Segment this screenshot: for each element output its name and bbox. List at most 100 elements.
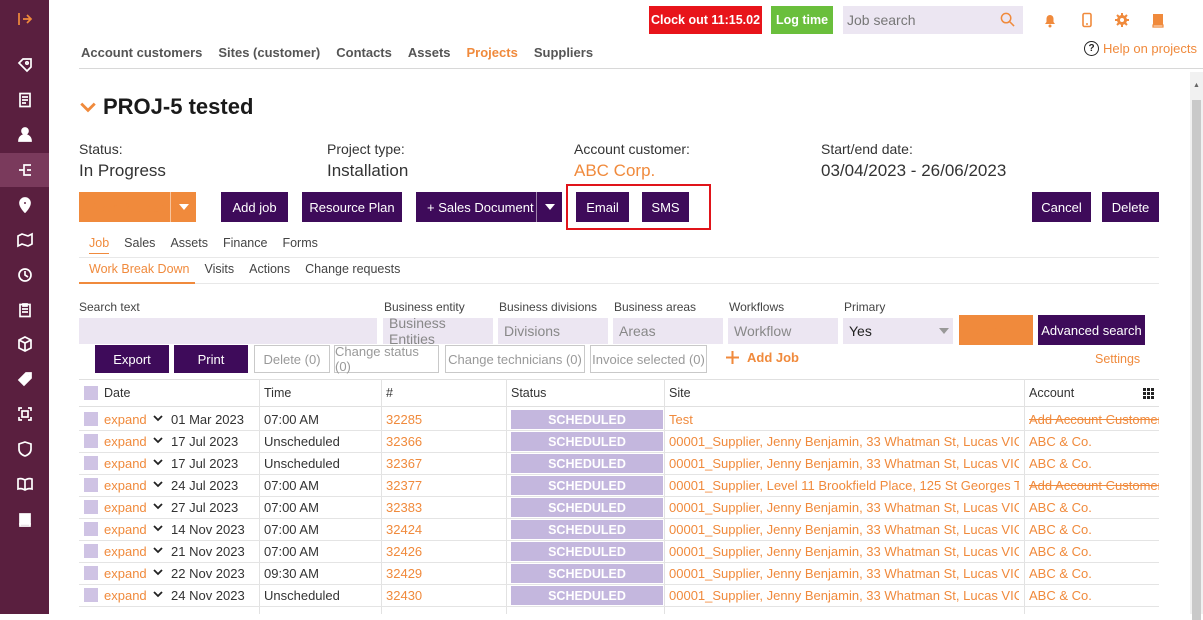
log-time-button[interactable]: Log time: [771, 6, 833, 34]
add-job-link[interactable]: Add Job: [726, 350, 799, 365]
phone-icon[interactable]: [1079, 12, 1095, 28]
export-button[interactable]: Export: [95, 345, 169, 373]
row-number-link[interactable]: 32424: [386, 522, 422, 537]
table-row[interactable]: expand 22 Nov 2023 09:30 AM 32429 SCHEDULED 0…: [79, 563, 1159, 585]
scrollbar[interactable]: ▲: [1190, 72, 1203, 620]
workflow-select[interactable]: Workflow: [728, 318, 838, 344]
tab-finance[interactable]: Finance: [223, 236, 267, 254]
table-row[interactable]: expand 27 Jul 2023 07:00 AM 32383 SCHEDULED 0…: [79, 497, 1159, 519]
price-tag-icon[interactable]: [0, 362, 49, 396]
row-site-link[interactable]: 00001_Supplier, Jenny Benjamin, 33 Whatm…: [669, 566, 1019, 581]
row-account-link[interactable]: ABC & Co.: [1029, 588, 1159, 603]
entity-select[interactable]: Business Entities: [383, 315, 493, 347]
row-account-link[interactable]: ABC & Co.: [1029, 500, 1159, 515]
grid-icon[interactable]: [1143, 388, 1154, 399]
row-checkbox[interactable]: [84, 478, 98, 492]
nav-suppliers[interactable]: Suppliers: [534, 45, 593, 60]
scan-icon[interactable]: [0, 397, 49, 431]
delete-button[interactable]: Delete: [1102, 192, 1159, 222]
sales-document-button[interactable]: + Sales Document: [416, 192, 562, 222]
print-button[interactable]: Print: [174, 345, 248, 373]
chevron-down-icon[interactable]: [153, 481, 163, 488]
location-icon[interactable]: [0, 188, 49, 222]
box-icon[interactable]: [0, 327, 49, 361]
row-site-link[interactable]: 00001_Supplier, Jenny Benjamin, 33 Whatm…: [669, 522, 1019, 537]
advanced-search-button[interactable]: Advanced search: [1038, 315, 1145, 345]
settings-link[interactable]: Settings: [1095, 352, 1140, 366]
row-site-link[interactable]: 00001_Supplier, Jenny Benjamin, 33 Whatm…: [669, 434, 1019, 449]
document-icon[interactable]: [0, 83, 49, 117]
expand-link[interactable]: expand: [104, 434, 147, 449]
nav-account-customers[interactable]: Account customers: [81, 45, 202, 60]
areas-select[interactable]: Areas: [613, 318, 723, 344]
nav-projects[interactable]: Projects: [467, 45, 518, 60]
row-account-link[interactable]: ABC & Co.: [1029, 522, 1159, 537]
col-account[interactable]: Account: [1029, 386, 1074, 400]
projects-icon[interactable]: [0, 153, 49, 187]
row-account-link[interactable]: Add Account Customer: [1029, 412, 1159, 427]
tab-assets[interactable]: Assets: [170, 236, 208, 254]
resource-plan-button[interactable]: Resource Plan: [302, 192, 402, 222]
tab-sales[interactable]: Sales: [124, 236, 155, 254]
table-row[interactable]: expand 24 Jul 2023 07:00 AM 32377 SCHEDULED 0…: [79, 475, 1159, 497]
expand-link[interactable]: expand: [104, 456, 147, 471]
search-icon[interactable]: [1000, 12, 1015, 27]
row-checkbox[interactable]: [84, 500, 98, 514]
table-row[interactable]: expand 24 Nov 2023 Unscheduled 32430 SCHEDUL…: [79, 585, 1159, 607]
row-site-link[interactable]: 00001_Supplier, Jenny Benjamin, 33 Whatm…: [669, 456, 1019, 471]
chevron-down-icon[interactable]: [153, 459, 163, 466]
map-icon[interactable]: [0, 223, 49, 257]
row-site-link[interactable]: 00001_Supplier, Level 11 Brookfield Plac…: [669, 478, 1019, 493]
scrollbar-thumb[interactable]: [1192, 100, 1201, 620]
change-technicians-button[interactable]: Change technicians (0): [445, 345, 585, 373]
invoice-selected-button[interactable]: Invoice selected (0): [590, 345, 707, 373]
chevron-down-icon[interactable]: [153, 437, 163, 444]
table-row[interactable]: expand 01 Mar 2023 07:00 AM 32285 SCHEDULED T…: [79, 409, 1159, 431]
help-link[interactable]: ? Help on projects: [1084, 41, 1197, 56]
row-number-link[interactable]: 32285: [386, 412, 422, 427]
row-number-link[interactable]: 32366: [386, 434, 422, 449]
row-number-link[interactable]: 32383: [386, 500, 422, 515]
row-site-link[interactable]: Test: [669, 412, 1019, 427]
row-number-link[interactable]: 32377: [386, 478, 422, 493]
table-row[interactable]: expand 14 Nov 2023 07:00 AM 32424 SCHEDULED 0…: [79, 519, 1159, 541]
col-number[interactable]: #: [386, 386, 393, 400]
row-number-link[interactable]: 32429: [386, 566, 422, 581]
row-checkbox[interactable]: [84, 544, 98, 558]
chevron-down-icon[interactable]: [79, 98, 97, 116]
subtab-work-break-down[interactable]: Work Break Down: [89, 262, 190, 276]
search-button[interactable]: Search: [959, 315, 1033, 345]
save-dropdown-toggle[interactable]: [170, 192, 196, 222]
row-account-link[interactable]: ABC & Co.: [1029, 566, 1159, 581]
chevron-down-icon[interactable]: [153, 547, 163, 554]
row-checkbox[interactable]: [84, 566, 98, 580]
scroll-up-icon[interactable]: ▲: [1193, 82, 1200, 89]
add-job-button[interactable]: Add job: [221, 192, 288, 222]
expand-link[interactable]: expand: [104, 566, 147, 581]
sales-dropdown-toggle[interactable]: [536, 192, 562, 222]
chevron-down-icon[interactable]: [153, 525, 163, 532]
tab-job[interactable]: Job: [89, 236, 110, 254]
expand-link[interactable]: expand: [104, 500, 147, 515]
book-icon[interactable]: [0, 467, 49, 501]
row-checkbox[interactable]: [84, 588, 98, 602]
delete-selected-button[interactable]: Delete (0): [254, 345, 330, 373]
divisions-select[interactable]: Divisions: [498, 318, 608, 344]
notebook-icon[interactable]: [1150, 12, 1166, 28]
col-site[interactable]: Site: [669, 386, 691, 400]
job-search-input[interactable]: Job search: [843, 6, 1023, 34]
expand-link[interactable]: expand: [104, 544, 147, 559]
expand-link[interactable]: expand: [104, 588, 147, 603]
expand-link[interactable]: expand: [104, 522, 147, 537]
row-site-link[interactable]: 00001_Supplier, Jenny Benjamin, 33 Whatm…: [669, 588, 1019, 603]
save-close-button[interactable]: Save & close: [79, 192, 196, 222]
row-account-link[interactable]: ABC & Co.: [1029, 456, 1159, 471]
account-customer-link[interactable]: ABC Corp.: [574, 161, 690, 181]
row-site-link[interactable]: 00001_Supplier, Jenny Benjamin, 33 Whatm…: [669, 544, 1019, 559]
chevron-down-icon[interactable]: [153, 591, 163, 598]
nav-contacts[interactable]: Contacts: [336, 45, 392, 60]
row-account-link[interactable]: ABC & Co.: [1029, 544, 1159, 559]
nav-sites[interactable]: Sites (customer): [218, 45, 320, 60]
col-time[interactable]: Time: [264, 386, 291, 400]
select-all-checkbox[interactable]: [84, 386, 98, 400]
